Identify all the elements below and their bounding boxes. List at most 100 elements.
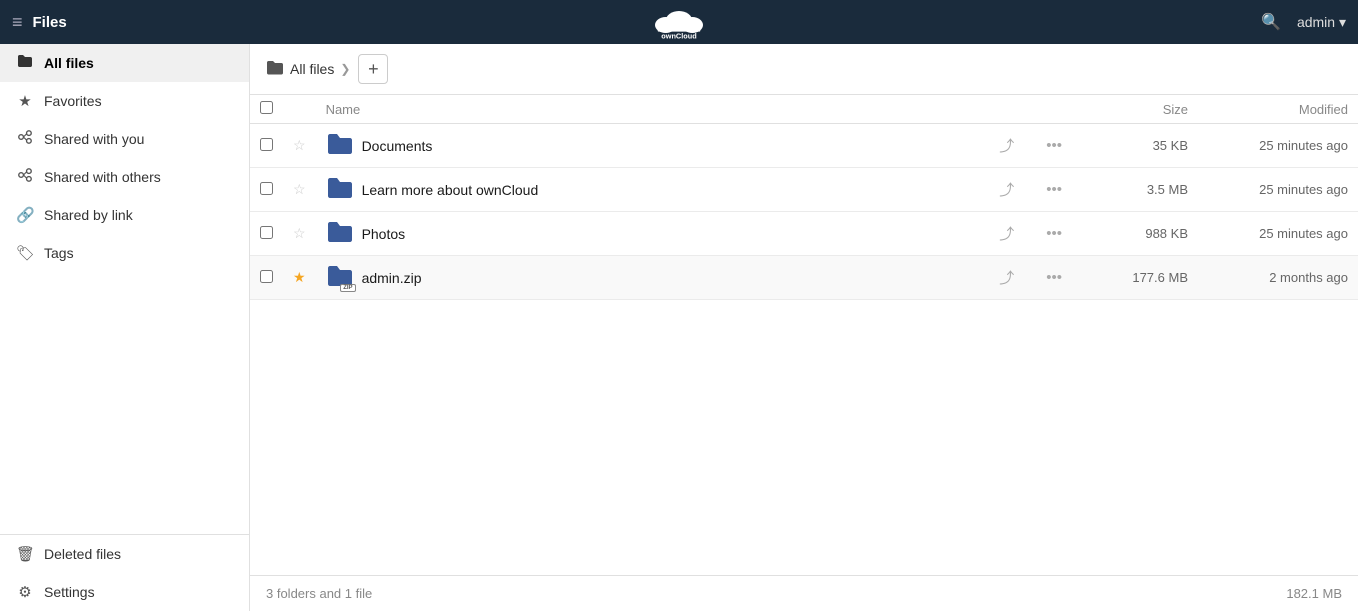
file-name-cell: ZIP admin.zip bbox=[316, 256, 984, 300]
table-header: Name Size Modified bbox=[250, 95, 1358, 124]
sidebar-item-label: Favorites bbox=[44, 93, 102, 109]
folder-icon bbox=[16, 54, 34, 72]
header-actions bbox=[983, 95, 1030, 124]
owncloud-logo: ownCloud bbox=[639, 0, 719, 43]
row-checkbox[interactable] bbox=[260, 226, 273, 239]
sidebar-item-label: Shared with others bbox=[44, 169, 161, 185]
row-checkbox[interactable] bbox=[260, 138, 273, 151]
sidebar-item-shared-with-you[interactable]: Shared with you bbox=[0, 120, 249, 158]
star-cell[interactable]: ☆ bbox=[283, 168, 316, 212]
sidebar-item-favorites[interactable]: ★ Favorites bbox=[0, 82, 249, 120]
star-icon: ★ bbox=[16, 92, 34, 110]
sidebar: All files ★ Favorites Shared with you bbox=[0, 44, 250, 611]
file-size-cell: 35 KB bbox=[1078, 124, 1198, 168]
topnav-right: 🔍 admin ▾ bbox=[1261, 12, 1346, 32]
file-size-cell: 177.6 MB bbox=[1078, 256, 1198, 300]
select-all-checkbox[interactable] bbox=[260, 101, 273, 114]
share-button[interactable]: ⤴ bbox=[993, 265, 1020, 290]
file-footer: 3 folders and 1 file 182.1 MB bbox=[250, 575, 1358, 611]
sidebar-item-tags[interactable]: 🏷 Tags bbox=[0, 234, 249, 272]
header-name: Name bbox=[316, 95, 984, 124]
gear-icon: ⚙ bbox=[16, 583, 34, 601]
topnav-left: ≡ Files bbox=[12, 12, 67, 33]
more-action-cell: ••• bbox=[1030, 256, 1078, 300]
table-row: ☆ Photos ⤴ ••• 988 KB 25 minutes ago bbox=[250, 212, 1358, 256]
sidebar-item-label: Shared with you bbox=[44, 131, 144, 147]
more-action-cell: ••• bbox=[1030, 168, 1078, 212]
sidebar-item-shared-with-others[interactable]: Shared with others bbox=[0, 158, 249, 196]
file-name-label: Photos bbox=[362, 226, 406, 242]
sidebar-item-shared-by-link[interactable]: 🔗 Shared by link bbox=[0, 196, 249, 234]
search-icon[interactable]: 🔍 bbox=[1261, 12, 1281, 32]
file-name-label: admin.zip bbox=[362, 270, 422, 286]
footer-size: 182.1 MB bbox=[1286, 586, 1342, 601]
sidebar-item-label: Shared by link bbox=[44, 207, 133, 223]
row-checkbox-cell bbox=[250, 256, 283, 300]
file-name-cell: Documents bbox=[316, 124, 984, 168]
star-cell[interactable]: ★ bbox=[283, 256, 316, 300]
file-modified-cell: 25 minutes ago bbox=[1198, 124, 1358, 168]
file-name-cell: Photos bbox=[316, 212, 984, 256]
share-action-cell: ⤴ bbox=[983, 124, 1030, 168]
table-row: ☆ Learn more about ownCloud ⤴ ••• 3.5 MB… bbox=[250, 168, 1358, 212]
header-checkbox bbox=[250, 95, 283, 124]
breadcrumb-arrow: ❯ bbox=[340, 62, 350, 76]
breadcrumb-folder-icon bbox=[266, 60, 284, 79]
file-size-cell: 988 KB bbox=[1078, 212, 1198, 256]
more-button[interactable]: ••• bbox=[1040, 135, 1068, 156]
hamburger-menu[interactable]: ≡ bbox=[12, 12, 23, 33]
main-layout: All files ★ Favorites Shared with you bbox=[0, 44, 1358, 611]
header-more bbox=[1030, 95, 1078, 124]
row-checkbox-cell bbox=[250, 168, 283, 212]
more-button[interactable]: ••• bbox=[1040, 179, 1068, 200]
file-table: Name Size Modified ☆ bbox=[250, 95, 1358, 575]
folder-icon bbox=[326, 132, 354, 159]
app-title: Files bbox=[33, 14, 67, 31]
share-button[interactable]: ⤴ bbox=[993, 221, 1020, 246]
share-out-icon bbox=[16, 168, 34, 186]
sidebar-item-settings[interactable]: ⚙ Settings bbox=[0, 573, 249, 611]
breadcrumb: All files ❯ bbox=[266, 60, 350, 79]
table-row: ★ ZIP admin.zip ⤴ ••• 177.6 MB 2 months … bbox=[250, 256, 1358, 300]
star-cell[interactable]: ☆ bbox=[283, 124, 316, 168]
header-star bbox=[283, 95, 316, 124]
share-action-cell: ⤴ bbox=[983, 168, 1030, 212]
footer-summary: 3 folders and 1 file bbox=[266, 586, 372, 601]
sidebar-item-all-files[interactable]: All files bbox=[0, 44, 249, 82]
more-action-cell: ••• bbox=[1030, 124, 1078, 168]
share-in-icon bbox=[16, 130, 34, 148]
more-button[interactable]: ••• bbox=[1040, 223, 1068, 244]
file-name-label: Learn more about ownCloud bbox=[362, 182, 539, 198]
topnav-center: ownCloud bbox=[639, 0, 719, 46]
more-button[interactable]: ••• bbox=[1040, 267, 1068, 288]
user-menu[interactable]: admin ▾ bbox=[1297, 14, 1346, 31]
row-checkbox[interactable] bbox=[260, 182, 273, 195]
sidebar-item-label: All files bbox=[44, 55, 94, 71]
sidebar-item-deleted-files[interactable]: 🗑 Deleted files bbox=[0, 535, 249, 573]
content-area: All files ❯ + Name Size bbox=[250, 44, 1358, 611]
sidebar-item-label: Settings bbox=[44, 584, 95, 600]
svg-text:ownCloud: ownCloud bbox=[661, 31, 696, 40]
zip-file-icon: ZIP bbox=[326, 264, 354, 291]
row-checkbox[interactable] bbox=[260, 270, 273, 283]
add-new-button[interactable]: + bbox=[358, 54, 388, 84]
share-action-cell: ⤴ bbox=[983, 212, 1030, 256]
header-modified: Modified bbox=[1198, 95, 1358, 124]
tag-icon: 🏷 bbox=[16, 244, 34, 262]
file-name-cell: Learn more about ownCloud bbox=[316, 168, 984, 212]
star-cell[interactable]: ☆ bbox=[283, 212, 316, 256]
sidebar-item-label: Deleted files bbox=[44, 546, 121, 562]
more-action-cell: ••• bbox=[1030, 212, 1078, 256]
file-modified-cell: 25 minutes ago bbox=[1198, 212, 1358, 256]
share-button[interactable]: ⤴ bbox=[993, 133, 1020, 158]
share-button[interactable]: ⤴ bbox=[993, 177, 1020, 202]
row-checkbox-cell bbox=[250, 124, 283, 168]
content-header: All files ❯ + bbox=[250, 44, 1358, 95]
topnav: ≡ Files ownCloud 🔍 admin ▾ bbox=[0, 0, 1358, 44]
breadcrumb-label: All files bbox=[290, 61, 334, 77]
header-size: Size bbox=[1078, 95, 1198, 124]
sidebar-bottom: 🗑 Deleted files ⚙ Settings bbox=[0, 534, 249, 611]
trash-icon: 🗑 bbox=[16, 545, 34, 563]
link-icon: 🔗 bbox=[16, 206, 34, 224]
file-modified-cell: 2 months ago bbox=[1198, 256, 1358, 300]
